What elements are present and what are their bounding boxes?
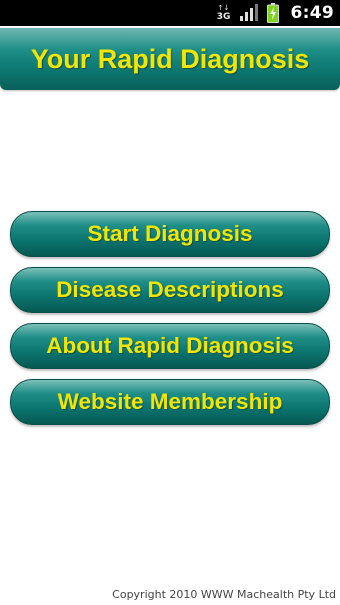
app-screen: ↑↓ 3G 6:49 Your Rapid Diagnosis Start Di…: [0, 0, 340, 605]
about-rapid-diagnosis-button[interactable]: About Rapid Diagnosis: [10, 323, 330, 369]
about-rapid-diagnosis-label: About Rapid Diagnosis: [46, 333, 294, 358]
status-icons: ↑↓ 3G 6:49: [217, 0, 334, 26]
status-clock: 6:49: [290, 3, 334, 23]
app-title: Your Rapid Diagnosis: [30, 43, 310, 74]
signal-bars-icon: [239, 4, 259, 22]
network-label: 3G: [216, 11, 231, 22]
title-banner: Your Rapid Diagnosis: [0, 28, 340, 90]
disease-descriptions-button[interactable]: Disease Descriptions: [10, 267, 330, 313]
battery-charging-icon: [266, 3, 279, 23]
disease-descriptions-label: Disease Descriptions: [56, 277, 284, 302]
copyright-text: Copyright 2010 WWW Machealth Pty Ltd: [112, 588, 336, 601]
website-membership-label: Website Membership: [57, 389, 283, 414]
main-menu: Start Diagnosis Disease Descriptions Abo…: [10, 211, 330, 435]
start-diagnosis-button[interactable]: Start Diagnosis: [10, 211, 330, 257]
network-3g-icon: ↑↓ 3G: [217, 3, 231, 23]
status-bar: ↑↓ 3G 6:49: [0, 0, 340, 26]
website-membership-button[interactable]: Website Membership: [10, 379, 330, 425]
start-diagnosis-label: Start Diagnosis: [87, 221, 253, 246]
